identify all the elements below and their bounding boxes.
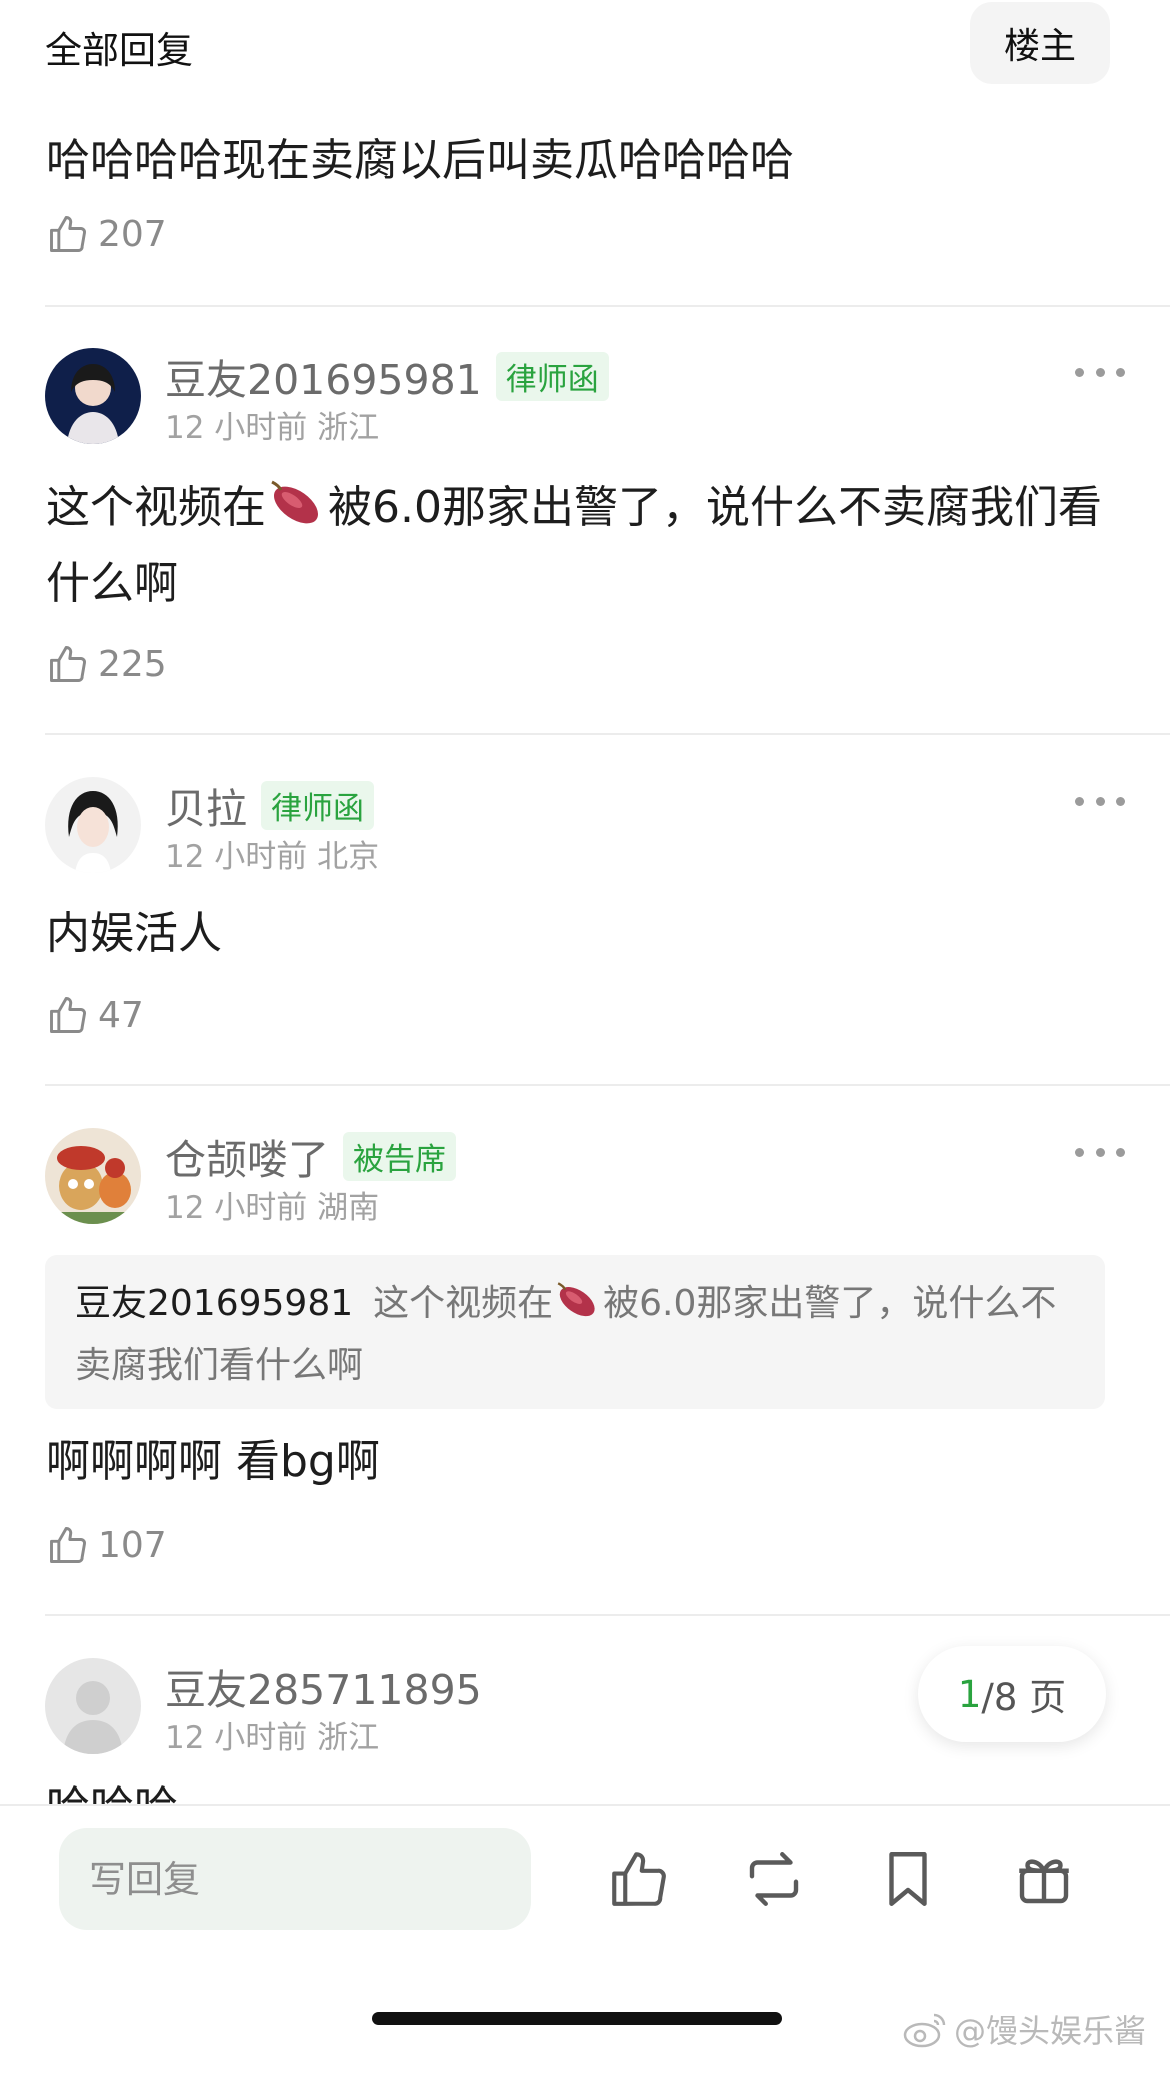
comment-text-part: 这个视频在 (46, 482, 266, 533)
divider (45, 305, 1170, 307)
like-count: 47 (98, 994, 144, 1036)
page-title: 全部回复 (45, 29, 193, 72)
sweet-potato-icon (271, 480, 318, 524)
thumbs-up-icon (50, 1527, 86, 1563)
like-post-button[interactable] (602, 1842, 676, 1916)
current-page: 1 (957, 1672, 982, 1716)
like-count: 225 (98, 643, 167, 685)
username[interactable]: 豆友201695981 (165, 356, 482, 404)
total-pages: /8 页 (981, 1676, 1067, 1719)
page-indicator[interactable]: 1/8 页 (918, 1646, 1106, 1742)
more-options-icon[interactable] (1075, 781, 1125, 821)
comment-location: 浙江 (317, 410, 380, 446)
comment-meta: 12 小时前 浙江 (165, 1712, 379, 1757)
like-button[interactable]: 207 (46, 212, 167, 256)
comment-location: 北京 (317, 839, 380, 875)
comment-time: 12 小时前 (165, 1190, 308, 1226)
comment-time: 12 小时前 (165, 839, 308, 875)
gift-icon (1019, 1859, 1069, 1904)
like-button[interactable]: 107 (46, 1523, 167, 1567)
divider (45, 1614, 1170, 1616)
comment-location: 湖南 (317, 1190, 380, 1226)
comment-header: 豆友201695981 律师函 12 小时前 浙江 (45, 348, 1125, 448)
comment-meta: 12 小时前 北京 (165, 831, 379, 876)
bottom-toolbar: @馒头娱乐酱 (0, 1804, 1170, 2085)
like-count: 107 (98, 1524, 167, 1566)
comment-location: 浙江 (317, 1720, 380, 1756)
comment-text: 这个视频在 被6.0那家出警了，说什么不卖腐我们看什么啊 (46, 470, 1126, 622)
avatar[interactable] (45, 1128, 141, 1224)
sweet-potato-icon (557, 1282, 595, 1317)
comment-meta: 12 小时前 湖南 (165, 1182, 379, 1227)
user-badge: 被告席 (343, 1132, 456, 1181)
thumbs-up-icon (50, 646, 86, 682)
repost-button[interactable] (737, 1842, 811, 1916)
more-options-icon[interactable] (1075, 352, 1125, 392)
home-indicator (372, 2012, 782, 2025)
thumbs-up-icon (50, 216, 86, 252)
watermark: @馒头娱乐酱 (902, 2006, 1146, 2052)
comment-header: 仓颉喽了 被告席 12 小时前 湖南 (45, 1128, 1125, 1228)
divider (45, 733, 1170, 735)
reply-text: 哈哈哈哈现在卖腐以后叫卖瓜哈哈哈哈 (46, 135, 794, 186)
bookmark-button[interactable] (871, 1842, 945, 1916)
repost-icon (749, 1852, 799, 1906)
like-button[interactable]: 225 (46, 642, 167, 686)
divider (45, 1084, 1170, 1086)
thumbs-up-icon (612, 1852, 666, 1906)
user-badge: 律师函 (261, 781, 374, 830)
comment-text: 啊啊啊啊 看bg啊 (46, 1436, 380, 1487)
user-badge: 律师函 (495, 352, 609, 401)
username[interactable]: 豆友285711895 (165, 1666, 482, 1714)
comment-time: 12 小时前 (165, 1720, 308, 1756)
quoted-text-part: 这个视频在 (373, 1283, 554, 1324)
op-only-button[interactable]: 楼主 (970, 2, 1110, 84)
quoted-reply[interactable]: 豆友201695981 这个视频在 被6.0那家出警了，说什么不卖腐我们看什么啊 (45, 1255, 1105, 1409)
comment-time: 12 小时前 (165, 410, 308, 446)
quoted-username: 豆友201695981 (75, 1283, 354, 1324)
username[interactable]: 贝拉 (165, 785, 247, 833)
thumbs-up-icon (50, 997, 86, 1033)
username[interactable]: 仓颉喽了 (165, 1136, 329, 1184)
comment-meta: 12 小时前 浙江 (165, 402, 379, 447)
avatar[interactable] (45, 777, 141, 873)
header: 全部回复 楼主 (0, 0, 1170, 84)
comment-text: 内娱活人 (46, 908, 222, 959)
avatar[interactable] (45, 1658, 141, 1754)
gift-button[interactable] (1007, 1842, 1081, 1916)
reply-input[interactable] (59, 1828, 531, 1930)
bookmark-icon (889, 1852, 927, 1906)
more-options-icon[interactable] (1075, 1132, 1125, 1172)
watermark-text: @馒头娱乐酱 (953, 2012, 1146, 2050)
like-count: 207 (98, 213, 167, 255)
avatar[interactable] (45, 348, 141, 444)
comment-header: 贝拉 律师函 12 小时前 北京 (45, 777, 1125, 877)
like-button[interactable]: 47 (46, 993, 144, 1037)
weibo-icon (903, 2013, 946, 2048)
